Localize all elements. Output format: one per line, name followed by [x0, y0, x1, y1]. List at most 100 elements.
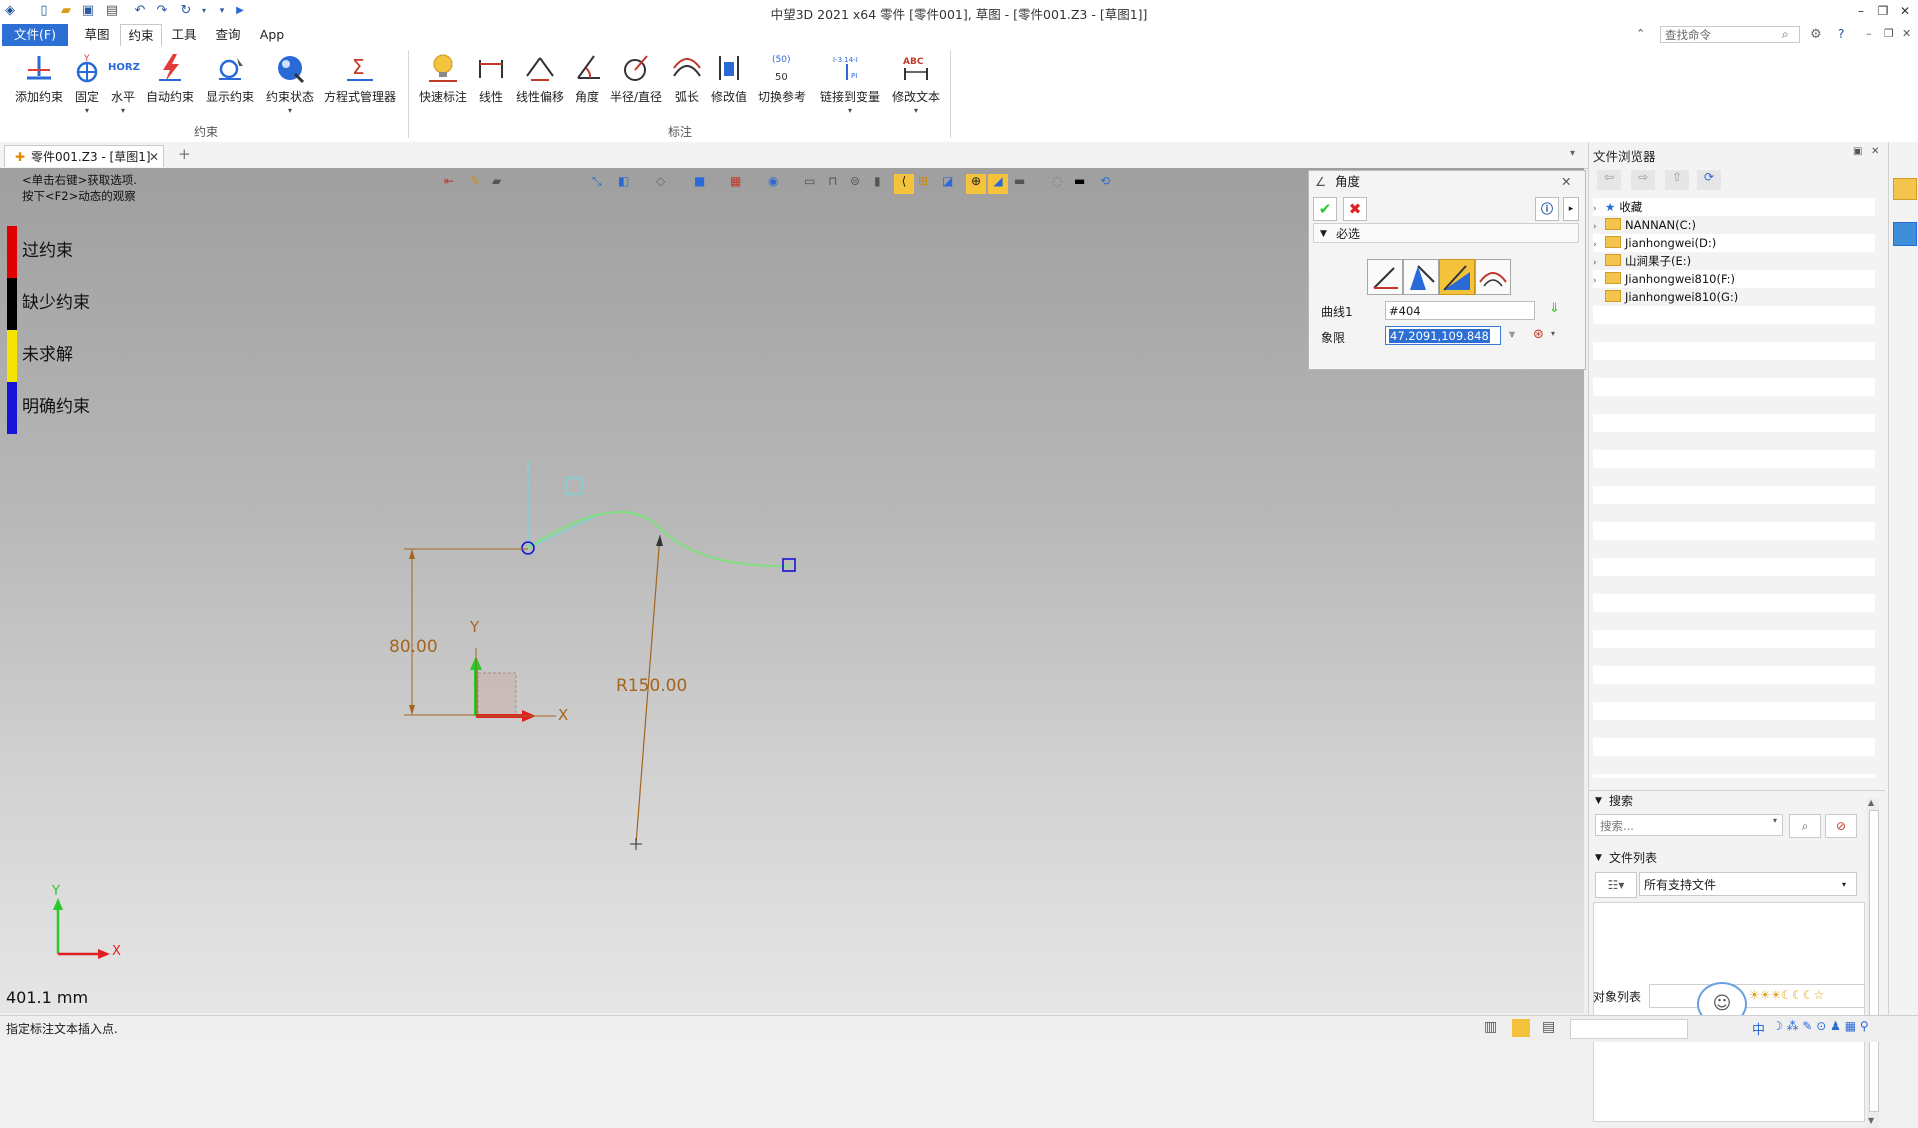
toggle-reference-button[interactable]: (50) 50 切换参考: [754, 52, 810, 132]
tree-item-drive-e[interactable]: › 山涧果子(E:): [1593, 252, 1875, 270]
add-tab-icon[interactable]: +: [178, 145, 191, 163]
horizontal-button[interactable]: HORZ 水平 ▾: [106, 52, 140, 132]
link-variable-icon: I-3.14-I PI: [833, 56, 858, 80]
panel-toggle-icon[interactable]: ▤: [1542, 1019, 1555, 1035]
modify-text-button[interactable]: ABC 修改文本 ▾: [888, 52, 944, 132]
auto-constraint-button[interactable]: 自动约束: [142, 52, 198, 132]
angle-type-line-plane[interactable]: [1403, 259, 1439, 295]
tab-close-icon[interactable]: ✕: [149, 146, 159, 168]
pick-point-icon[interactable]: ⊛: [1533, 327, 1544, 342]
linear-button[interactable]: 线性: [474, 52, 508, 132]
search-section-header[interactable]: ▼ 搜索: [1589, 790, 1885, 811]
ime-tools-icons[interactable]: ☽ ⁂ ✎ ⊙ ♟ ▦ ⚲: [1772, 1019, 1869, 1033]
file-search-input[interactable]: 搜索...: [1595, 814, 1783, 836]
show-constraint-button[interactable]: 显示约束: [202, 52, 258, 132]
menu-sketch[interactable]: 草图: [80, 24, 114, 46]
scroll-up-icon[interactable]: ▲: [1868, 798, 1874, 807]
document-tab[interactable]: ✚ 零件001.Z3 - [草图1] ✕: [4, 145, 164, 167]
restore-doc-icon[interactable]: ❐: [1884, 27, 1894, 40]
fix-button[interactable]: Y 固定 ▾: [70, 52, 104, 132]
status-input-box[interactable]: [1570, 1019, 1688, 1039]
add-constraint-button[interactable]: 添加约束: [10, 52, 68, 132]
radius-diameter-button[interactable]: 半径/直径: [606, 52, 666, 132]
tab-list-dropdown-icon[interactable]: ▾: [1570, 148, 1575, 159]
panel-expand-icon[interactable]: ▸: [1563, 197, 1579, 221]
cancel-button[interactable]: ✖: [1343, 197, 1367, 221]
refresh-icon[interactable]: ⟳: [1697, 170, 1721, 190]
help-icon[interactable]: ?: [1838, 27, 1844, 41]
angle-button[interactable]: 角度: [572, 52, 602, 132]
menu-app[interactable]: App: [254, 24, 290, 46]
file-list-section-header[interactable]: ▼ 文件列表: [1589, 848, 1885, 868]
ok-button[interactable]: ✔: [1313, 197, 1337, 221]
minimize-doc-icon[interactable]: –: [1866, 27, 1872, 40]
tree-item-drive-d[interactable]: › Jianhongwei(D:): [1593, 234, 1875, 252]
view-mode-icon[interactable]: ☷▾: [1595, 872, 1637, 898]
constraint-status-dropdown-icon[interactable]: ▾: [262, 106, 318, 115]
file-list-scrollbar[interactable]: ▲ ▼: [1867, 798, 1879, 1128]
minimize-icon[interactable]: –: [1852, 2, 1870, 20]
panel-float-icon[interactable]: ▣: [1853, 146, 1862, 157]
constraint-status-button[interactable]: 约束状态 ▾: [262, 52, 318, 132]
required-section-header[interactable]: ▼ 必选: [1313, 223, 1579, 243]
modify-value-button[interactable]: 修改值: [708, 52, 750, 132]
quadrant-field[interactable]: 47.2091,109.848: [1385, 326, 1501, 345]
tree-item-drive-c[interactable]: › NANNAN(C:): [1593, 216, 1875, 234]
angle-type-arc[interactable]: [1475, 259, 1511, 295]
restore-icon[interactable]: ❐: [1874, 2, 1892, 20]
close-icon[interactable]: ✕: [1896, 2, 1914, 20]
info-icon[interactable]: ⓘ: [1535, 197, 1559, 221]
layout-icon[interactable]: ▥: [1484, 1019, 1497, 1035]
angle-type-two-lines[interactable]: [1367, 259, 1403, 295]
curve-field[interactable]: #404: [1385, 301, 1535, 320]
arc-end-point[interactable]: [782, 558, 796, 572]
command-search-input[interactable]: 查找命令: [1660, 26, 1800, 43]
field-expand-icon[interactable]: ⩔: [1509, 327, 1515, 341]
back-arrow-icon[interactable]: ⇦: [1597, 170, 1621, 190]
document-tab-bar: ✚ 零件001.Z3 - [草图1] ✕ + ▾: [0, 142, 1590, 169]
fix-dropdown-icon[interactable]: ▾: [70, 106, 104, 115]
file-filter-select[interactable]: 所有支持文件 ▾: [1639, 872, 1857, 896]
dim-arrow-top: [409, 549, 415, 559]
angle-type-quadrant[interactable]: [1439, 259, 1475, 295]
menu-tools[interactable]: 工具: [166, 24, 202, 46]
panel-close-icon[interactable]: ✕: [1561, 171, 1571, 193]
tree-item-drive-g[interactable]: Jianhongwei810(G:): [1593, 288, 1875, 306]
ime-chinese-indicator[interactable]: 中: [1752, 1019, 1765, 1038]
collapse-ribbon-icon[interactable]: ⌃: [1636, 27, 1645, 40]
tree-item-favorites[interactable]: › ★ 收藏: [1593, 198, 1875, 216]
pick-point-dropdown-icon[interactable]: ▾: [1551, 329, 1555, 338]
up-arrow-icon[interactable]: ⇧: [1665, 170, 1689, 190]
panel-close-icon[interactable]: ✕: [1871, 146, 1879, 157]
object-list-label[interactable]: 对象列表: [1593, 988, 1641, 1005]
modify-text-dropdown-icon[interactable]: ▾: [888, 106, 944, 115]
quick-dimension-button[interactable]: 快速标注: [416, 52, 470, 132]
search-history-dropdown-icon[interactable]: ▾: [1773, 816, 1777, 825]
dimension-radius[interactable]: R150.00: [616, 676, 687, 696]
scroll-thumb[interactable]: [1869, 810, 1879, 1112]
menu-file[interactable]: 文件(F): [2, 24, 68, 46]
search-icon[interactable]: ⌕: [1789, 814, 1821, 838]
close-doc-icon[interactable]: ✕: [1902, 27, 1911, 40]
folder-icon: [1605, 236, 1621, 248]
clear-search-icon[interactable]: ⊘: [1825, 814, 1857, 838]
settings-gear-icon[interactable]: ⚙: [1810, 27, 1822, 42]
display-toggle-icon[interactable]: [1512, 1019, 1530, 1037]
forward-arrow-icon[interactable]: ⇨: [1631, 170, 1655, 190]
tree-item-drive-f[interactable]: › Jianhongwei810(F:): [1593, 270, 1875, 288]
menu-constraint[interactable]: 约束: [120, 24, 162, 46]
linear-offset-button[interactable]: 线性偏移: [512, 52, 568, 132]
svg-text:PI: PI: [851, 72, 857, 80]
dimension-80[interactable]: 80.00: [389, 637, 438, 657]
search-icon[interactable]: ⌕: [1782, 27, 1789, 42]
menu-query[interactable]: 查询: [210, 24, 246, 46]
view-manager-side-icon[interactable]: [1893, 222, 1917, 246]
equation-manager-button[interactable]: Σ 方程式管理器: [322, 52, 398, 132]
scroll-down-icon[interactable]: ▼: [1868, 1116, 1874, 1125]
arc-length-button[interactable]: 弧长: [670, 52, 704, 132]
link-to-variable-button[interactable]: I-3.14-I PI 链接到变量 ▾: [816, 52, 884, 132]
horizontal-dropdown-icon[interactable]: ▾: [106, 106, 140, 115]
file-browser-side-icon[interactable]: [1893, 178, 1917, 200]
link-variable-dropdown-icon[interactable]: ▾: [816, 106, 884, 115]
pick-curve-icon[interactable]: ⇓: [1549, 301, 1560, 316]
